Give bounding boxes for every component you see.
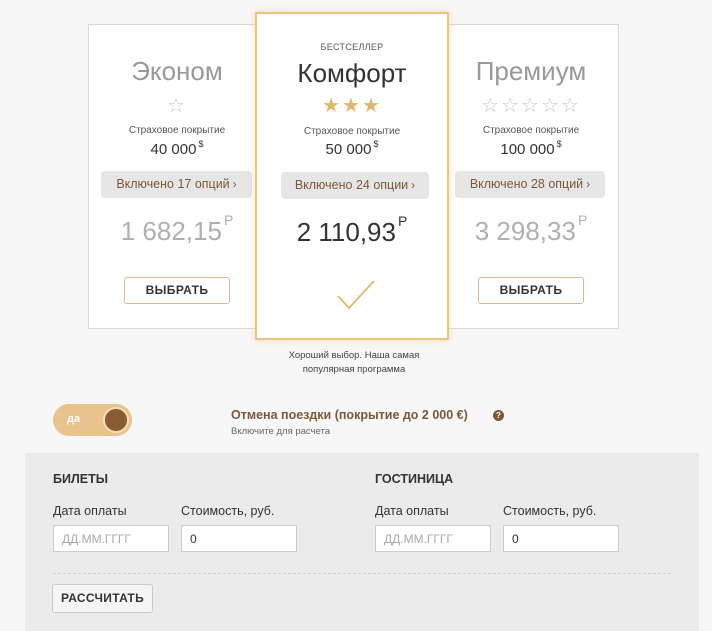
choose-button[interactable]: ВЫБРАТЬ <box>478 277 584 304</box>
options-button[interactable]: Включено 28 опций › <box>455 171 605 198</box>
options-button[interactable]: Включено 24 опции › <box>281 172 429 199</box>
plan-name: Комфорт <box>297 58 407 88</box>
coverage-value: 100 000 $ <box>500 139 562 158</box>
star-rating-icon: ☆ <box>167 95 187 117</box>
coverage-value: 40 000 $ <box>150 139 204 158</box>
plan-name: Премиум <box>475 56 587 86</box>
coverage-label: Страховое покрытие <box>303 126 401 137</box>
plan-card-comfort[interactable]: БЕСТСЕЛЛЕР Комфорт ★★★ Страховое покрыти… <box>255 12 449 340</box>
price: 3 298,33 Р <box>474 212 588 246</box>
options-label: Включено 24 опции <box>294 178 409 192</box>
calculator-panel: БИЛЕТЫ Дата оплаты Стоимость, руб. ГОСТИ… <box>25 453 699 631</box>
ruble-sign: Р <box>577 212 588 228</box>
hint-line: Хороший выбор. Наша самая <box>288 350 420 361</box>
options-label: Включено 17 опций <box>116 177 230 191</box>
currency-sign: $ <box>198 139 204 149</box>
toggle-knob <box>103 407 129 433</box>
bestseller-badge: БЕСТСЕЛЛЕР <box>320 42 384 52</box>
divider <box>53 573 671 574</box>
coverage-value: 50 000 $ <box>325 139 379 158</box>
coverage-label: Страховое покрытие <box>482 125 580 136</box>
tickets-title: БИЛЕТЫ <box>53 472 108 486</box>
plan-hint: Хороший выбор. Наша самая популярная про… <box>255 349 453 377</box>
hotel-date-label: Дата оплаты <box>375 504 449 518</box>
hotel-cost-label: Стоимость, руб. <box>503 504 597 518</box>
ruble-sign: Р <box>397 213 408 229</box>
plan-name: Эконом <box>131 56 223 86</box>
star-rating-icon: ★★★ <box>322 95 382 117</box>
tickets-date-input[interactable] <box>53 525 169 552</box>
choose-button[interactable]: ВЫБРАТЬ <box>124 277 230 304</box>
hotel-date-input[interactable] <box>375 525 491 552</box>
hotel-cost-input[interactable] <box>503 525 619 552</box>
price: 2 110,93 Р <box>296 213 408 247</box>
trip-cancel-subtitle: Включите для расчета <box>231 426 331 437</box>
tickets-cost-label: Стоимость, руб. <box>181 504 275 518</box>
options-button[interactable]: Включено 17 опций › <box>101 171 252 198</box>
currency-sign: $ <box>556 139 562 149</box>
tickets-cost-input[interactable] <box>181 525 297 552</box>
star-rating-icon: ☆☆☆☆☆ <box>481 95 581 117</box>
checkmark-icon <box>337 280 375 310</box>
trip-cancel-toggle[interactable]: да <box>53 404 132 436</box>
price: 1 682,15 Р <box>120 212 234 246</box>
trip-cancel-title: Отмена поездки (покрытие до 2 000 €) <box>231 408 468 422</box>
calculate-button[interactable]: РАССЧИТАТЬ <box>52 584 153 613</box>
chevron-right-icon: › <box>411 178 416 192</box>
hint-line: популярная программа <box>302 364 406 375</box>
chevron-right-icon: › <box>232 177 237 191</box>
chevron-right-icon: › <box>586 177 591 191</box>
tickets-date-label: Дата оплаты <box>53 504 127 518</box>
plan-card-econom: Эконом ☆ Страховое покрытие 40 000 $ Вклю… <box>88 24 266 329</box>
toggle-label: да <box>67 413 81 425</box>
coverage-label: Страховое покрытие <box>128 125 226 136</box>
currency-sign: $ <box>373 139 379 149</box>
hotel-title: ГОСТИНИЦА <box>375 472 454 486</box>
options-label: Включено 28 опций <box>469 177 584 191</box>
help-icon[interactable]: ? <box>493 410 504 421</box>
plan-card-premium: Премиум ☆☆☆☆☆ Страховое покрытие 100 000… <box>442 24 620 329</box>
ruble-sign: Р <box>223 212 234 228</box>
